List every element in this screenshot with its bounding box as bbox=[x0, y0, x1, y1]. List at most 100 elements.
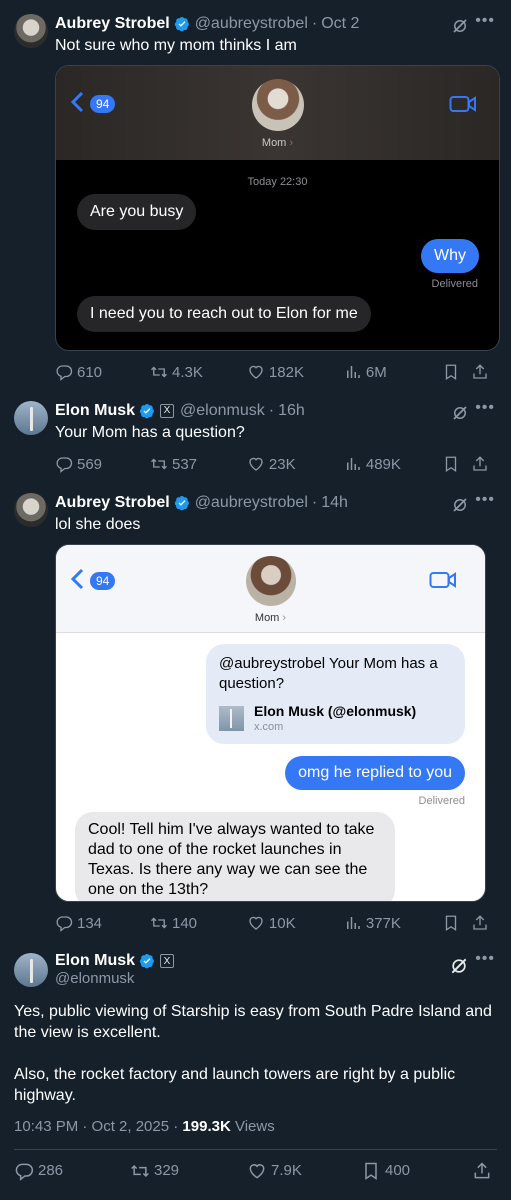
author-handle[interactable]: @aubreystrobel bbox=[195, 14, 308, 34]
view-count: 489K bbox=[365, 455, 401, 473]
more-icon[interactable]: ••• bbox=[475, 491, 495, 509]
tweet-timestamp[interactable]: 10:43 PM · Oct 2, 2025 · bbox=[14, 1118, 182, 1135]
reply-button[interactable]: 569 bbox=[55, 455, 150, 473]
tweet-image[interactable]: 94 Mom › @aubreystrobel Your Mom has a q… bbox=[55, 544, 486, 902]
bookmark-icon bbox=[442, 363, 460, 381]
tweet-paragraph: Also, the rocket factory and launch towe… bbox=[14, 1066, 456, 1104]
author-name[interactable]: Aubrey Strobel bbox=[55, 14, 170, 34]
link-title: Elon Musk (@elonmusk) bbox=[254, 703, 417, 719]
view-count: 377K bbox=[365, 914, 401, 932]
repost-button[interactable]: 329 bbox=[130, 1161, 247, 1181]
author-name[interactable]: Elon Musk bbox=[55, 401, 135, 421]
like-count: 7.9K bbox=[271, 1162, 302, 1179]
tweet-2[interactable]: Elon Musk X @elonmusk · 16h Your Mom has… bbox=[0, 391, 511, 483]
message-bubble-outgoing: omg he replied to you bbox=[285, 756, 465, 790]
bookmark-button[interactable]: 400 bbox=[361, 1161, 471, 1181]
author-handle[interactable]: @aubreystrobel bbox=[195, 493, 308, 513]
like-icon bbox=[247, 1161, 267, 1181]
avatar[interactable] bbox=[14, 493, 48, 527]
avatar[interactable] bbox=[14, 952, 48, 987]
verified-badge-icon bbox=[139, 403, 155, 419]
unread-count: 94 bbox=[90, 572, 116, 590]
share-icon bbox=[471, 914, 489, 932]
tweet-meta: 10:43 PM · Oct 2, 2025 · 199.3K Views bbox=[14, 1118, 497, 1135]
link-thumbnail bbox=[219, 706, 244, 731]
repost-count: 140 bbox=[171, 914, 198, 932]
verified-badge-icon bbox=[139, 953, 155, 969]
like-button[interactable]: 10K bbox=[247, 914, 344, 932]
tweet-text: lol she does bbox=[55, 516, 141, 533]
reply-icon bbox=[55, 914, 73, 932]
thread: Aubrey Strobel @aubreystrobel · Oct 2 No… bbox=[0, 0, 511, 1191]
tweet-text: Your Mom has a question? bbox=[55, 424, 245, 441]
reply-button[interactable]: 610 bbox=[55, 363, 150, 381]
tweet-3[interactable]: Aubrey Strobel @aubreystrobel · 14h lol … bbox=[0, 483, 511, 942]
share-button[interactable] bbox=[468, 363, 497, 381]
message-bubble-incoming: Are you busy bbox=[77, 194, 197, 230]
avatar[interactable] bbox=[14, 401, 48, 435]
share-button[interactable] bbox=[471, 1161, 497, 1181]
views-button[interactable]: 6M bbox=[344, 363, 439, 381]
share-icon bbox=[471, 363, 489, 381]
author-handle[interactable]: @elonmusk bbox=[180, 401, 265, 421]
bookmark-button[interactable] bbox=[439, 455, 468, 473]
reply-icon bbox=[55, 363, 73, 381]
repost-button[interactable]: 140 bbox=[150, 914, 247, 932]
repost-button[interactable]: 4.3K bbox=[150, 363, 247, 381]
tweet-time[interactable]: Oct 2 bbox=[321, 14, 359, 34]
repost-icon bbox=[130, 1161, 150, 1181]
like-button[interactable]: 23K bbox=[247, 455, 344, 473]
video-camera-icon bbox=[449, 96, 476, 112]
bookmark-button[interactable] bbox=[439, 914, 468, 932]
reply-button[interactable]: 286 bbox=[14, 1161, 130, 1181]
reply-icon bbox=[55, 455, 73, 473]
tweet-image[interactable]: 94 Mom › Today 22:30 Are you busy Why De… bbox=[55, 65, 500, 351]
like-button[interactable]: 7.9K bbox=[247, 1161, 361, 1181]
tweet-time[interactable]: 14h bbox=[321, 493, 348, 513]
tweet-1[interactable]: Aubrey Strobel @aubreystrobel · Oct 2 No… bbox=[0, 0, 511, 391]
grok-icon[interactable] bbox=[451, 17, 469, 35]
author-name[interactable]: Elon Musk bbox=[55, 952, 135, 970]
avatar[interactable] bbox=[14, 14, 48, 48]
bookmark-button[interactable] bbox=[439, 363, 468, 381]
like-icon bbox=[247, 455, 265, 473]
tweet-actions: 134 140 10K 377K bbox=[55, 904, 497, 942]
repost-count: 537 bbox=[171, 455, 198, 473]
verified-badge-icon bbox=[174, 16, 190, 32]
repost-icon bbox=[150, 363, 168, 381]
link-preview-card[interactable]: @aubreystrobel Your Mom has a question? … bbox=[206, 644, 465, 744]
share-button[interactable] bbox=[468, 455, 497, 473]
grok-icon[interactable] bbox=[451, 404, 469, 422]
separator: · bbox=[311, 494, 318, 511]
more-icon[interactable]: ••• bbox=[475, 399, 495, 417]
reply-button[interactable]: 134 bbox=[55, 914, 150, 932]
reply-count: 134 bbox=[77, 914, 103, 932]
more-icon[interactable]: ••• bbox=[475, 12, 495, 30]
grok-icon[interactable] bbox=[449, 956, 469, 976]
message-timestamp: Today 22:30 bbox=[247, 176, 308, 188]
like-icon bbox=[247, 363, 265, 381]
contact-name: Mom bbox=[261, 137, 287, 149]
share-icon bbox=[471, 455, 489, 473]
back-chevron-icon bbox=[70, 91, 84, 113]
views-button[interactable]: 489K bbox=[344, 455, 439, 473]
bookmark-icon bbox=[361, 1161, 381, 1181]
views-button[interactable]: 377K bbox=[344, 914, 439, 932]
repost-button[interactable]: 537 bbox=[150, 455, 247, 473]
grok-icon[interactable] bbox=[451, 496, 469, 514]
author-name[interactable]: Aubrey Strobel bbox=[55, 493, 170, 513]
tweet-time[interactable]: 16h bbox=[278, 401, 305, 421]
x-badge-icon: X bbox=[160, 954, 175, 968]
imessage-header: 94 Mom › bbox=[56, 66, 499, 160]
share-button[interactable] bbox=[468, 914, 497, 932]
repost-icon bbox=[150, 914, 168, 932]
author-handle[interactable]: @elonmusk bbox=[55, 970, 180, 987]
like-count: 182K bbox=[268, 363, 304, 381]
link-url: x.com bbox=[254, 721, 284, 733]
more-icon[interactable]: ••• bbox=[475, 950, 495, 968]
like-button[interactable]: 182K bbox=[247, 363, 344, 381]
back-chevron-icon bbox=[70, 568, 84, 590]
repost-count: 4.3K bbox=[171, 363, 203, 381]
link-preview-text: @aubreystrobel Your Mom has a question? bbox=[219, 655, 438, 692]
like-icon bbox=[247, 914, 265, 932]
